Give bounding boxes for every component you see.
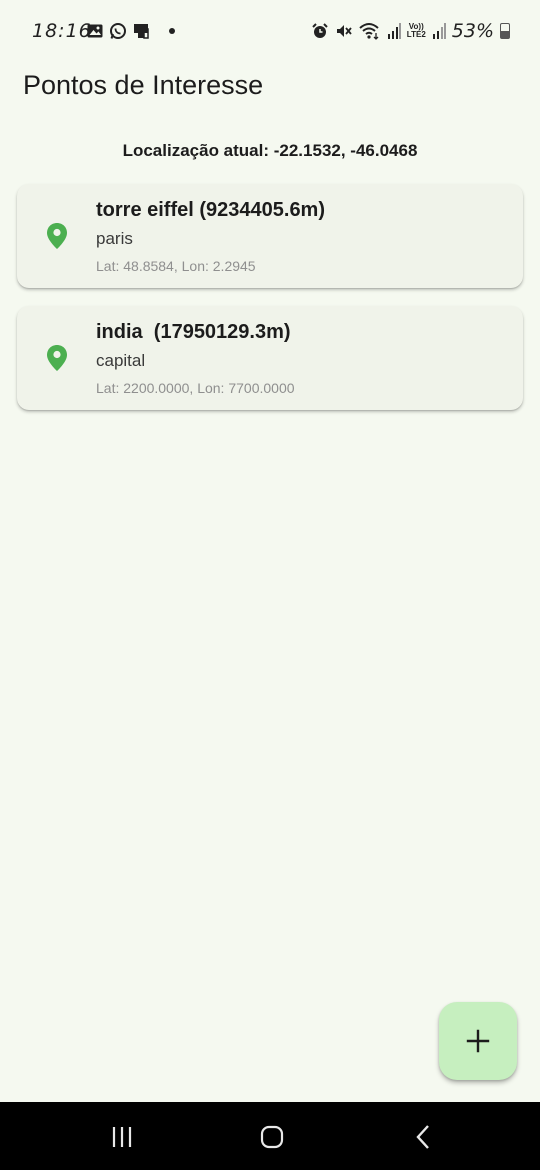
lte-badge-bottom: LTE2 bbox=[406, 30, 426, 39]
add-icon bbox=[466, 1029, 490, 1053]
status-right-icons: Vo)) LTE2 53% bbox=[311, 20, 510, 42]
current-location-text: Localização atual: -22.1532, -46.0468 bbox=[122, 141, 418, 160]
add-poi-button[interactable] bbox=[439, 1002, 517, 1080]
location-pin-icon bbox=[46, 222, 68, 250]
status-time: 18:16 bbox=[32, 20, 92, 42]
image-icon bbox=[86, 22, 104, 40]
wifi-icon bbox=[359, 22, 381, 40]
whatsapp-icon bbox=[109, 22, 127, 40]
recent-apps-icon[interactable] bbox=[107, 1122, 137, 1152]
alarm-icon bbox=[311, 22, 329, 40]
location-pin-icon bbox=[46, 344, 68, 372]
poi-description: paris bbox=[96, 229, 133, 248]
signal-icon bbox=[387, 22, 401, 40]
poi-card[interactable]: india (17950129.3m) capital Lat: 2200.00… bbox=[17, 306, 523, 410]
page-title: Pontos de Interesse bbox=[23, 70, 264, 100]
poi-description: capital bbox=[96, 351, 146, 370]
poi-list: torre eiffel (9234405.6m) paris Lat: 48.… bbox=[17, 184, 523, 428]
lte-icon: Vo)) LTE2 bbox=[407, 23, 426, 39]
signal-icon bbox=[432, 22, 446, 40]
back-icon[interactable] bbox=[409, 1122, 439, 1152]
battery-percent: 53% bbox=[451, 20, 494, 42]
status-bar: 18:16 Vo)) LTE2 53% bbox=[0, 0, 540, 64]
system-nav-bar bbox=[0, 1102, 540, 1170]
home-icon[interactable] bbox=[257, 1122, 287, 1152]
poi-card[interactable]: torre eiffel (9234405.6m) paris Lat: 48.… bbox=[17, 184, 523, 288]
poi-title: india (17950129.3m) bbox=[96, 321, 291, 343]
dot-icon bbox=[169, 28, 175, 34]
status-left-icons bbox=[86, 22, 175, 40]
poi-title: torre eiffel (9234405.6m) bbox=[96, 199, 326, 221]
poi-coordinates: Lat: 2200.0000, Lon: 7700.0000 bbox=[96, 380, 295, 396]
mute-icon bbox=[335, 22, 353, 40]
poi-coordinates: Lat: 48.8584, Lon: 2.2945 bbox=[96, 258, 256, 274]
battery-icon bbox=[500, 23, 510, 39]
cast-icon bbox=[132, 22, 150, 40]
